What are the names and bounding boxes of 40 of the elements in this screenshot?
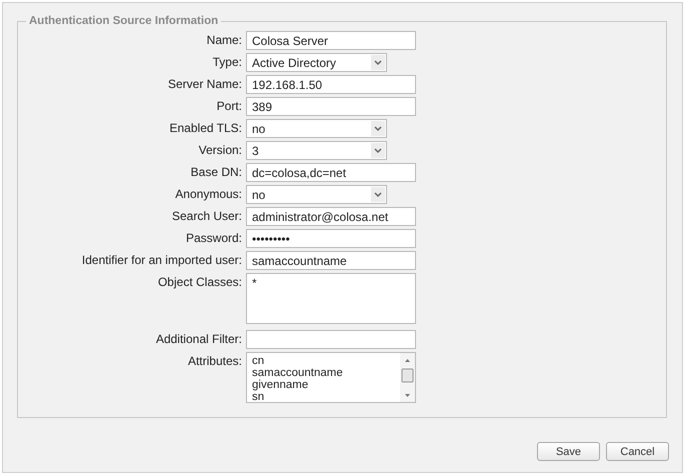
dropdown[interactable]: Active Directory: [246, 53, 387, 72]
text-field[interactable]: 389: [246, 97, 416, 116]
text-area[interactable]: *: [246, 273, 416, 324]
field-label: Server Name:: [166, 76, 242, 93]
text-field[interactable]: Colosa Server: [246, 31, 416, 50]
list-option[interactable]: samaccountname: [252, 367, 343, 379]
field-label: Attributes:: [186, 353, 242, 370]
dropdown[interactable]: no: [246, 185, 387, 204]
cancel-button[interactable]: Cancel: [606, 442, 669, 461]
field-label: Additional Filter:: [154, 331, 242, 348]
field-label: Anonymous:: [174, 186, 242, 203]
field-label: Version:: [198, 142, 242, 159]
field-label: Object Classes:: [156, 274, 242, 291]
list-box[interactable]: cn samaccountname givenname sn: [246, 352, 416, 403]
caret-icon: [371, 187, 385, 202]
text-field[interactable]: [246, 330, 416, 349]
field-label: Name:: [206, 32, 242, 49]
save-button[interactable]: Save: [537, 442, 600, 461]
text-field[interactable]: samaccountname: [246, 251, 416, 270]
field-label: Search User:: [170, 208, 242, 225]
text-field[interactable]: dc=colosa,dc=net: [246, 163, 416, 182]
section-title: Authentication Source Information: [28, 15, 220, 27]
field-label: Port:: [216, 98, 242, 115]
text-field[interactable]: 192.168.1.50: [246, 75, 416, 94]
dropdown[interactable]: 3: [246, 141, 387, 160]
field-label: Base DN:: [190, 164, 242, 181]
list-option[interactable]: sn: [252, 391, 343, 402]
field-label: Password:: [184, 230, 242, 247]
scrollbar[interactable]: [400, 353, 415, 402]
caret-icon: [371, 121, 385, 136]
caret-icon: [371, 143, 385, 158]
password-field[interactable]: •••••••••: [246, 229, 416, 248]
list-option[interactable]: cn: [252, 355, 343, 367]
list-option[interactable]: givenname: [252, 379, 343, 391]
caret-icon: [371, 55, 385, 70]
field-label: Identifier for an imported user:: [80, 252, 242, 269]
field-label: Enabled TLS:: [168, 120, 242, 137]
dropdown[interactable]: no: [246, 119, 387, 138]
field-label: Type:: [212, 54, 242, 71]
text-field[interactable]: administrator@colosa.net: [246, 207, 416, 226]
